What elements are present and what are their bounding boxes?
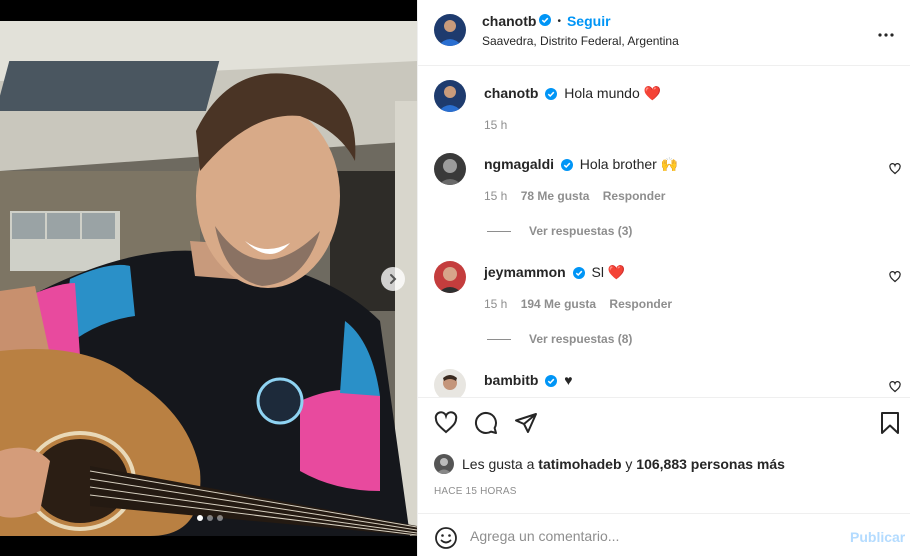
chevron-right-icon <box>390 274 397 284</box>
comment-text-line: bambitb ♥ <box>484 372 573 390</box>
heart-outline-icon <box>889 163 901 175</box>
comment-input[interactable] <box>470 524 830 548</box>
comment-likes[interactable]: 78 Me gusta <box>521 189 590 203</box>
comment-emoji: ❤️ <box>607 264 626 280</box>
verified-badge-icon <box>545 87 558 103</box>
verified-badge-icon <box>539 13 552 29</box>
comment-text: Hola brother 🙌 <box>579 156 679 172</box>
caption-meta: 15 h <box>484 118 517 132</box>
caption-username[interactable]: chanotb <box>484 85 538 101</box>
more-icon <box>878 33 894 37</box>
comment-meta: 15 h 78 Me gusta Responder <box>484 189 675 203</box>
heart-outline-icon <box>889 271 901 283</box>
post-actions: Les gusta a tatimohadeb y 106,883 person… <box>418 397 910 556</box>
comment-like-button[interactable] <box>889 380 901 396</box>
post-header: chanotb • Seguir Saavedra, Distrito Fede… <box>418 0 910 66</box>
comments-list[interactable]: chanotb Hola mundo ❤️ 15 h ngmagaldi Hol… <box>418 67 910 397</box>
view-replies-button[interactable]: Ver respuestas (3) <box>487 224 632 238</box>
caption-time: 15 h <box>484 118 508 132</box>
comment-avatar[interactable] <box>434 261 466 293</box>
comment-button[interactable] <box>474 411 498 438</box>
comment-like-button[interactable] <box>889 162 901 178</box>
comment-text-line: ngmagaldi Hola brother 🙌 <box>484 156 678 174</box>
comment-like-button[interactable] <box>889 270 901 286</box>
author-avatar[interactable] <box>434 14 466 46</box>
comment-text: ♥ <box>564 372 573 388</box>
slide-dot-active <box>197 515 203 521</box>
caption-text-line: chanotb Hola mundo ❤️ <box>484 85 661 103</box>
slide-dot <box>207 515 213 521</box>
replies-rule <box>487 230 511 232</box>
likes-middle: y <box>625 456 633 472</box>
slide-indicator <box>197 515 223 521</box>
verified-badge-icon <box>572 266 585 282</box>
reply-button[interactable]: Responder <box>609 297 672 311</box>
bookmark-icon <box>881 412 899 434</box>
post-media <box>0 0 417 556</box>
view-replies-label: Ver respuestas (8) <box>529 332 633 346</box>
likes-prefix: Les gusta a <box>462 456 535 472</box>
verified-badge-icon <box>545 374 558 390</box>
header-author-line: chanotb • Seguir <box>482 13 611 29</box>
comment-avatar[interactable] <box>434 153 466 185</box>
next-slide-button[interactable] <box>381 267 405 291</box>
comment-username[interactable]: bambitb <box>484 372 538 388</box>
smiley-icon <box>435 527 457 549</box>
emoji-button[interactable] <box>434 526 458 553</box>
comment-likes[interactable]: 194 Me gusta <box>521 297 596 311</box>
caption-emoji: ❤️ <box>643 85 662 101</box>
paper-plane-icon <box>515 413 537 433</box>
like-button[interactable] <box>434 411 458 438</box>
verified-badge-icon <box>560 158 573 174</box>
comment-meta: 15 h 194 Me gusta Responder <box>484 297 682 311</box>
heart-outline-icon <box>889 381 901 393</box>
comment-avatar[interactable] <box>434 369 466 397</box>
author-username[interactable]: chanotb <box>482 13 536 29</box>
comment-bubble-icon <box>474 411 497 434</box>
follow-button[interactable]: Seguir <box>567 13 611 29</box>
liker-username[interactable]: tatimohadeb <box>538 456 621 472</box>
header-separator: • <box>557 15 561 27</box>
comment-username[interactable]: jeymammon <box>484 264 566 280</box>
heart-outline-icon <box>434 411 458 434</box>
comment-time: 15 h <box>484 189 508 203</box>
post-photo[interactable] <box>0 21 417 536</box>
comment-username[interactable]: ngmagaldi <box>484 156 554 172</box>
liker-avatar[interactable] <box>434 454 454 474</box>
post-comment-button[interactable]: Publicar <box>850 529 905 545</box>
reply-button[interactable]: Responder <box>603 189 666 203</box>
comment-text-line: jeymammon Sl ❤️ <box>484 264 625 282</box>
add-comment-bar: Publicar <box>418 513 910 556</box>
share-button[interactable] <box>514 411 538 438</box>
post-location[interactable]: Saavedra, Distrito Federal, Argentina <box>482 34 679 48</box>
caption-avatar[interactable] <box>434 80 466 112</box>
likes-count[interactable]: 106,883 personas más <box>636 456 785 472</box>
comment-time: 15 h <box>484 297 508 311</box>
post-side-panel: chanotb • Seguir Saavedra, Distrito Fede… <box>417 0 910 556</box>
view-replies-button[interactable]: Ver respuestas (8) <box>487 332 632 346</box>
likes-summary: Les gusta a tatimohadeb y 106,883 person… <box>434 454 785 474</box>
caption-text: Hola mundo <box>564 85 640 101</box>
more-options-button[interactable] <box>878 24 894 40</box>
comment-text: Sl <box>591 264 604 280</box>
replies-rule <box>487 338 511 340</box>
slide-dot <box>217 515 223 521</box>
post-timestamp: HACE 15 HORAS <box>434 486 517 497</box>
view-replies-label: Ver respuestas (3) <box>529 224 633 238</box>
save-button[interactable] <box>879 411 901 438</box>
